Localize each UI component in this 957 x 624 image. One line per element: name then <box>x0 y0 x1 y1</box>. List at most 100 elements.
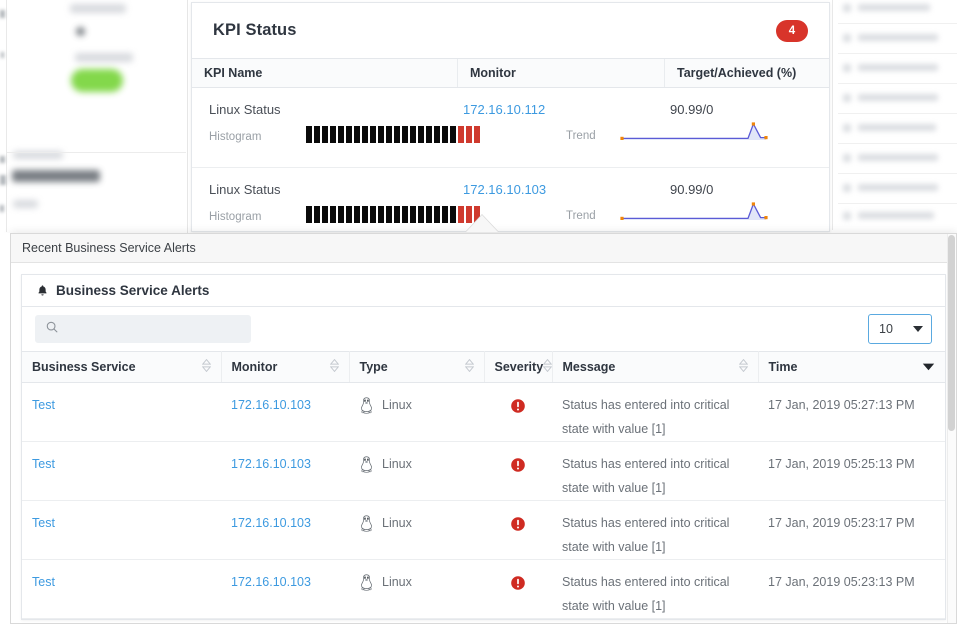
business-service-link[interactable]: Test <box>32 575 55 589</box>
cell-monitor: 172.16.10.103 <box>221 559 349 619</box>
histogram-label: Histogram <box>209 131 262 143</box>
search-icon <box>45 320 59 339</box>
alerts-table: Business Service Monitor Type Severity M… <box>22 351 945 619</box>
cell-time: 17 Jan, 2019 05:23:13 PM <box>758 559 945 619</box>
kpi-row: Linux Status Histogram 172.16.10.103 Tre… <box>192 168 829 231</box>
divider <box>6 0 7 232</box>
kpi-trend-sparkline <box>619 119 769 150</box>
histogram-bar <box>434 126 440 143</box>
type-label: Linux <box>382 398 412 412</box>
divider <box>838 113 957 114</box>
business-service-alerts-panel: Business Service Alerts 10 Business Serv… <box>21 274 946 620</box>
histogram-bar <box>330 206 336 223</box>
kpi-target-achieved: 90.99/0 <box>670 182 714 197</box>
sort-icon[interactable] <box>464 358 474 375</box>
monitor-link[interactable]: 172.16.10.103 <box>231 398 311 412</box>
sort-desc-icon[interactable] <box>922 360 935 374</box>
blurred-text <box>858 4 930 11</box>
histogram-bar <box>362 126 368 143</box>
histogram-bar <box>314 206 320 223</box>
monitor-link[interactable]: 172.16.10.103 <box>231 516 311 530</box>
histogram-bar <box>474 126 480 143</box>
blurred-text <box>858 34 938 41</box>
kpi-row: Linux Status Histogram 172.16.10.112 Tre… <box>192 88 829 168</box>
column-header-severity[interactable]: Severity <box>484 351 553 383</box>
kpi-target-achieved: 90.99/0 <box>670 102 714 117</box>
scrollbar-thumb[interactable] <box>948 235 955 431</box>
blurred-icon <box>843 64 851 72</box>
search-box[interactable] <box>35 315 251 343</box>
cell-severity <box>484 500 552 560</box>
histogram-bar <box>418 206 424 223</box>
modal-left-gutter <box>0 233 10 624</box>
kpi-table-header: KPI Name Monitor Target/Achieved (%) <box>192 59 829 88</box>
column-header-message[interactable]: Message <box>552 351 759 383</box>
business-service-link[interactable]: Test <box>32 398 55 412</box>
blurred-text <box>0 156 5 163</box>
blurred-icon <box>843 212 851 220</box>
kpi-column-target: Target/Achieved (%) <box>677 66 797 80</box>
sort-icon[interactable] <box>201 358 211 375</box>
blurred-text <box>0 10 5 18</box>
kpi-histogram <box>306 206 480 223</box>
cell-type: Linux <box>349 500 484 560</box>
business-service-link[interactable]: Test <box>32 516 55 530</box>
page-size-value: 10 <box>879 322 893 336</box>
blurred-text <box>70 4 126 13</box>
kpi-monitor-link[interactable]: 172.16.10.112 <box>463 102 545 117</box>
divider <box>838 173 957 174</box>
histogram-bar <box>330 126 336 143</box>
column-label: Time <box>768 360 798 374</box>
histogram-bar <box>426 126 432 143</box>
histogram-bar <box>386 206 392 223</box>
histogram-bar <box>370 126 376 143</box>
blurred-icon <box>843 4 851 12</box>
column-header-monitor[interactable]: Monitor <box>221 351 350 383</box>
column-header-business-service[interactable]: Business Service <box>22 351 222 383</box>
monitor-link[interactable]: 172.16.10.103 <box>231 575 311 589</box>
column-header-type[interactable]: Type <box>349 351 485 383</box>
table-row: Test 172.16.10.103 Linux Status has enter… <box>22 559 945 619</box>
monitor-link[interactable]: 172.16.10.103 <box>231 457 311 471</box>
divider <box>0 152 186 153</box>
blurred-text <box>858 124 936 131</box>
divider <box>838 203 957 204</box>
blurred-text <box>858 212 934 219</box>
blurred-text <box>12 170 100 182</box>
recent-business-service-alerts-modal: Recent Business Service Alerts Business … <box>10 233 957 624</box>
search-input[interactable] <box>66 321 241 337</box>
cell-message: Status has entered into critical state w… <box>552 382 758 442</box>
blurred-text <box>0 175 6 185</box>
histogram-bar <box>466 126 472 143</box>
cell-severity <box>484 559 552 619</box>
histogram-bar <box>322 126 328 143</box>
histogram-bar <box>402 126 408 143</box>
blurred-icon <box>843 124 851 132</box>
modal-scrollbar[interactable] <box>947 234 956 623</box>
cell-severity <box>484 382 552 442</box>
sort-icon[interactable] <box>542 358 553 375</box>
sort-icon[interactable] <box>329 358 339 375</box>
histogram-bar <box>314 126 320 143</box>
critical-alert-icon <box>510 575 526 590</box>
blurred-icon <box>843 34 851 42</box>
alerts-table-body: Test 172.16.10.103 Linux Status has enter… <box>22 382 945 619</box>
business-service-link[interactable]: Test <box>32 457 55 471</box>
chevron-down-icon <box>913 326 923 332</box>
histogram-bar <box>378 206 384 223</box>
kpi-trend-sparkline <box>619 199 769 230</box>
type-label: Linux <box>382 457 412 471</box>
trend-label: Trend <box>566 130 596 142</box>
kpi-monitor-link[interactable]: 172.16.10.103 <box>463 182 546 197</box>
sort-icon[interactable] <box>738 358 748 375</box>
histogram-bar <box>410 126 416 143</box>
histogram-bar <box>458 126 464 143</box>
table-row: Test 172.16.10.103 Linux Status has enter… <box>22 500 945 560</box>
modal-header: Recent Business Service Alerts <box>11 234 956 263</box>
table-row: Test 172.16.10.103 Linux Status has enter… <box>22 382 945 442</box>
page-size-select[interactable]: 10 <box>868 314 932 344</box>
background-left-card <box>8 0 188 236</box>
kpi-status-card: KPI Status 4 KPI Name Monitor Target/Ach… <box>191 2 830 232</box>
column-header-time[interactable]: Time <box>758 351 945 383</box>
modal-title: Recent Business Service Alerts <box>22 241 196 255</box>
